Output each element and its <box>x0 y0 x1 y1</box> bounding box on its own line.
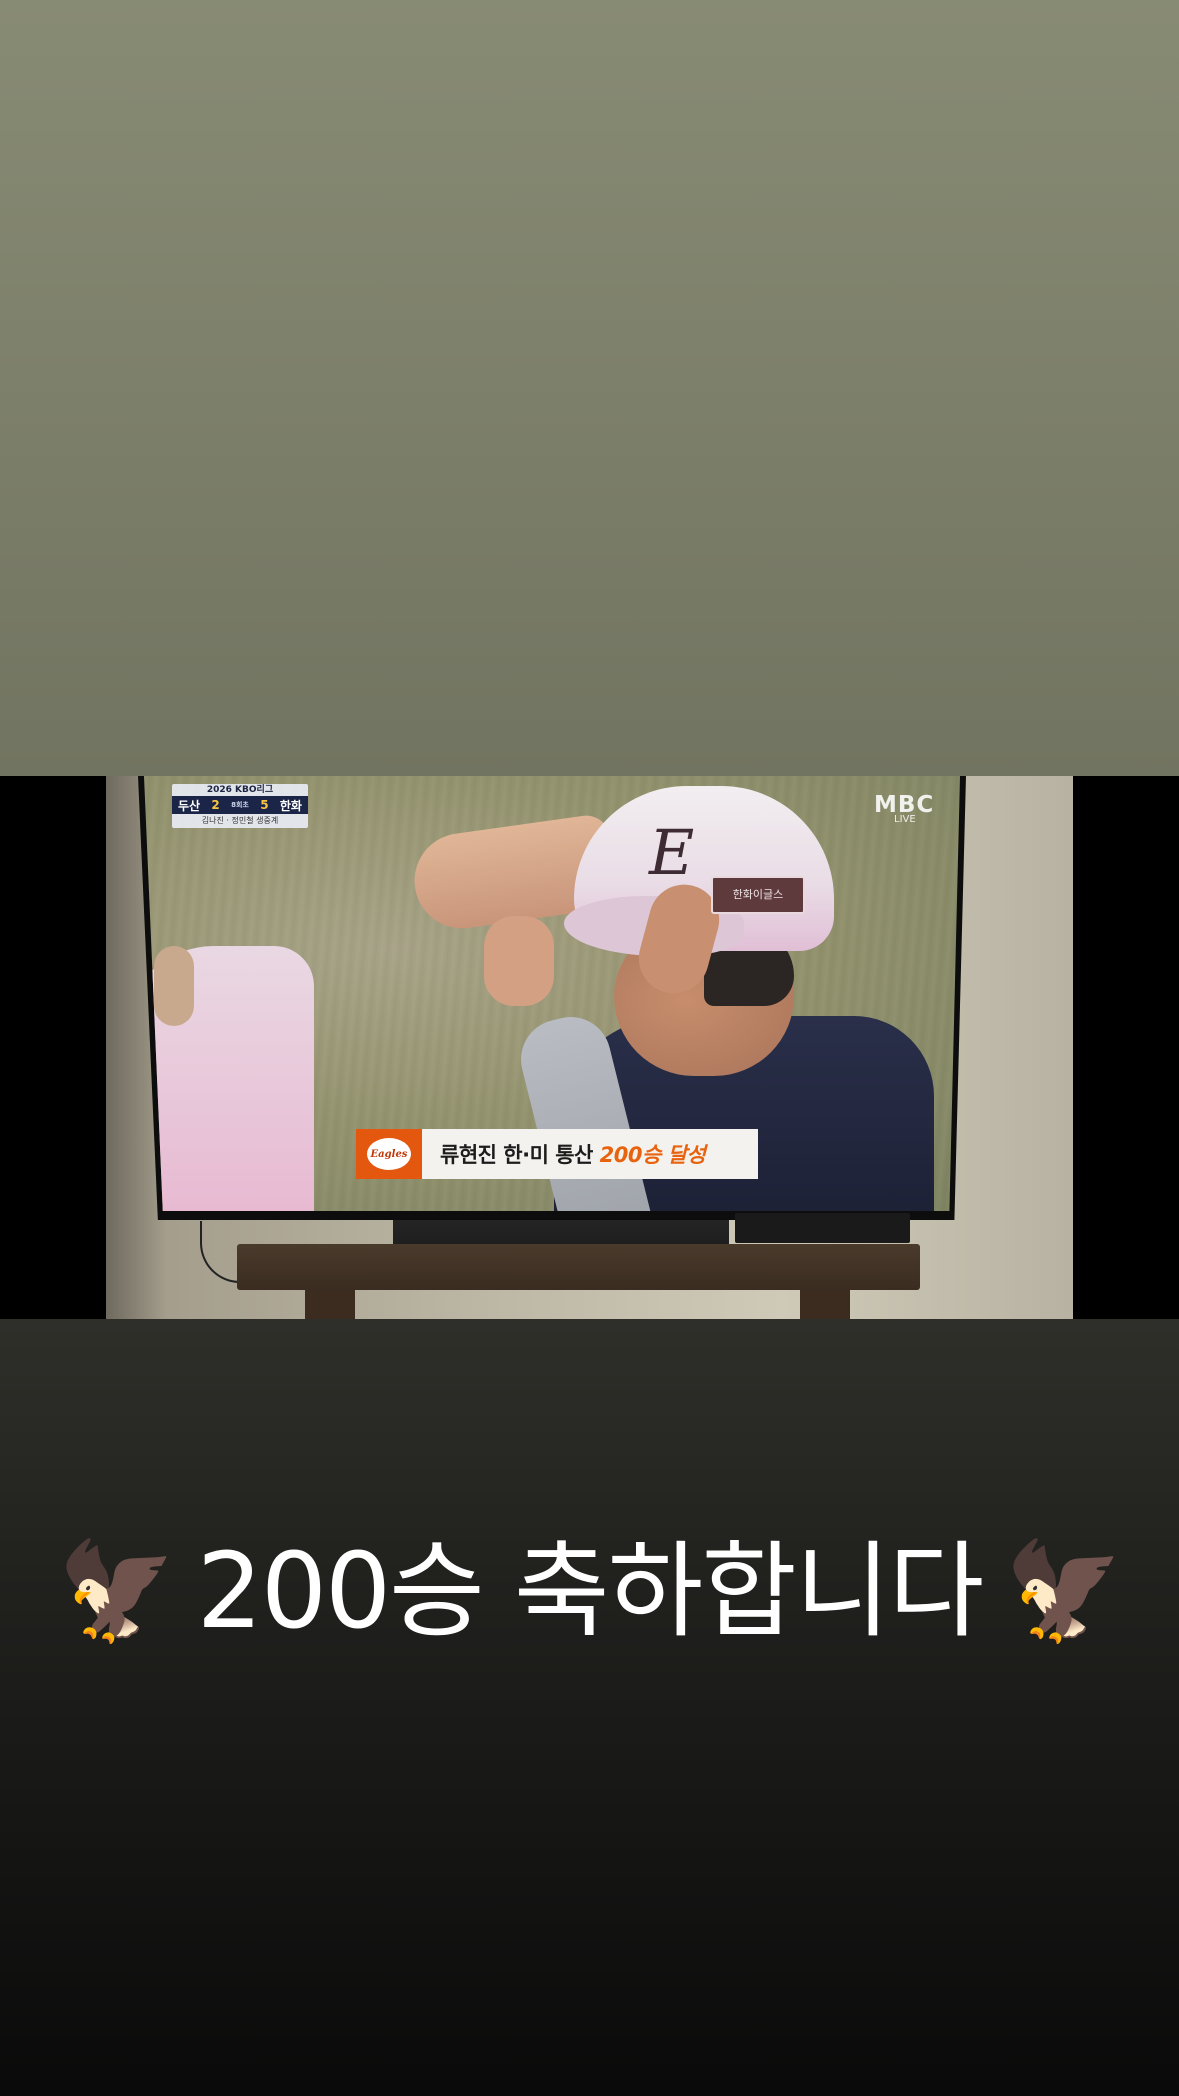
score-row: 두산 2 8회초 5 한화 <box>172 796 308 814</box>
caption-text: 류현진 한·미 통산 200승 달성 <box>422 1139 706 1169</box>
set-top-box <box>735 1213 910 1243</box>
tv-stand-leg-right <box>800 1290 850 1319</box>
eagles-logo: Eagles <box>356 1129 422 1179</box>
left-player-arm <box>154 946 194 1026</box>
cap-patch: 한화이글스 <box>711 876 805 914</box>
tv-photo: E 한화이글스 2026 KBO리그 두산 2 8회초 5 한화 김나진 · 정… <box>0 776 1179 1319</box>
away-team: 두산 <box>178 798 201 813</box>
away-score: 2 <box>211 798 220 812</box>
live-label: LIVE <box>894 814 916 825</box>
eagle-icon: 🦅 <box>1004 1534 1124 1647</box>
eagle-icon: 🦅 <box>57 1534 177 1647</box>
cap-logo: E <box>649 816 695 889</box>
home-team: 한화 <box>279 798 302 813</box>
league-title: 2026 KBO리그 <box>206 785 274 795</box>
player-forearm <box>484 916 554 1006</box>
broadcast-caption: Eagles 류현진 한·미 통산 200승 달성 <box>356 1129 758 1179</box>
story-background-top <box>0 0 1179 776</box>
caption-highlight: 200승 달성 <box>599 1143 706 1167</box>
tv-stand-leg-left <box>305 1290 355 1319</box>
commentators: 김나진 · 정민철 생중계 <box>201 816 279 825</box>
scoreboard: 2026 KBO리그 두산 2 8회초 5 한화 김나진 · 정민철 생중계 <box>172 784 308 828</box>
story-background-bottom <box>0 1319 1179 2096</box>
congrats-message: 200승 축하합니다 <box>196 1529 985 1652</box>
tv-stand <box>237 1244 920 1290</box>
tv-screen: E 한화이글스 2026 KBO리그 두산 2 8회초 5 한화 김나진 · 정… <box>144 776 960 1211</box>
inning: 8회초 <box>231 801 249 809</box>
story-text-sticker[interactable]: 🦅 200승 축하합니다 🦅 <box>0 1528 1179 1646</box>
caption-main: 류현진 한·미 통산 <box>440 1143 600 1167</box>
eagles-logo-text: Eagles <box>367 1138 411 1170</box>
home-score: 5 <box>260 798 269 812</box>
